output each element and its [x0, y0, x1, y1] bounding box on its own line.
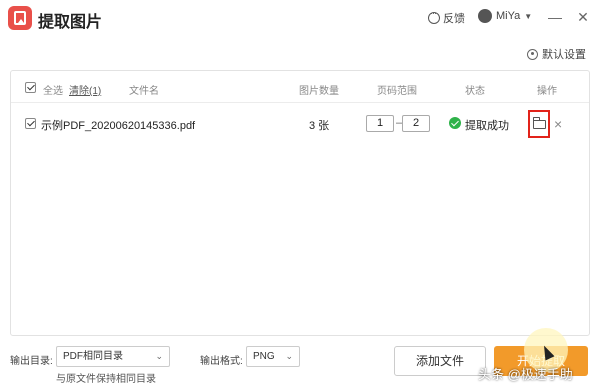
table-header: 全选 清除(1) 文件名 图片数量 页码范围 状态 操作 [11, 71, 589, 103]
output-dir-select[interactable]: PDF相同目录 ⌄ [56, 346, 170, 367]
feedback-button[interactable]: 反馈 [428, 8, 465, 26]
avatar [478, 9, 492, 23]
gear-icon [527, 48, 538, 60]
folder-icon [532, 117, 546, 129]
minimize-button[interactable]: — [548, 8, 562, 26]
table-row: 示例PDF_20200620145336.pdf 3 张 1 – 2 提取成功 … [11, 104, 589, 144]
output-dir-value: PDF相同目录 [63, 351, 123, 362]
close-button[interactable]: ✕ [576, 8, 590, 26]
output-format-value: PNG [253, 351, 275, 362]
output-dir-label: 输出目录: [10, 356, 53, 367]
chevron-down-icon: ▼ [524, 11, 533, 21]
open-folder-button[interactable] [528, 110, 550, 138]
column-action: 操作 [537, 86, 557, 97]
feedback-label: 反馈 [443, 13, 465, 25]
keep-dir-hint: 与原文件保持相同目录 [56, 374, 156, 385]
page-from-input[interactable]: 1 [366, 115, 394, 132]
select-all-checkbox[interactable] [25, 82, 36, 93]
row-checkbox[interactable] [25, 118, 36, 129]
add-file-button[interactable]: 添加文件 [394, 346, 486, 376]
output-format-label: 输出格式: [200, 356, 243, 367]
default-settings-button[interactable]: 默认设置 [527, 46, 586, 62]
user-menu[interactable]: MiYa ▼ [478, 9, 532, 23]
row-image-count: 3 张 [309, 120, 330, 132]
column-page-range: 页码范围 [377, 86, 417, 97]
column-status: 状态 [465, 86, 485, 97]
select-all-label: 全选 [43, 86, 63, 97]
app-logo-icon [8, 6, 32, 30]
clear-link[interactable]: 清除(1) [69, 82, 101, 97]
row-status: 提取成功 [465, 120, 509, 132]
row-filename: 示例PDF_20200620145336.pdf [41, 120, 196, 132]
title-bar: 提取图片 反馈 MiYa ▼ — ✕ [0, 0, 600, 36]
column-image-count: 图片数量 [299, 86, 339, 97]
output-format-select[interactable]: PNG ⌄ [246, 346, 300, 367]
app-title: 提取图片 [38, 14, 103, 31]
success-check-icon [449, 117, 461, 129]
column-filename: 文件名 [129, 86, 159, 97]
settings-label: 默认设置 [542, 49, 586, 61]
chevron-down-icon: ⌄ [155, 351, 163, 361]
delete-row-icon[interactable]: × [554, 117, 562, 131]
watermark: 头条 @极速手助 [478, 367, 573, 382]
page-to-input[interactable]: 2 [402, 115, 430, 132]
chevron-down-icon: ⌄ [285, 351, 293, 361]
file-list-panel: 全选 清除(1) 文件名 图片数量 页码范围 状态 操作 示例PDF_20200… [10, 70, 590, 336]
chat-bubble-icon [428, 8, 440, 24]
user-name: MiYa [496, 10, 521, 22]
